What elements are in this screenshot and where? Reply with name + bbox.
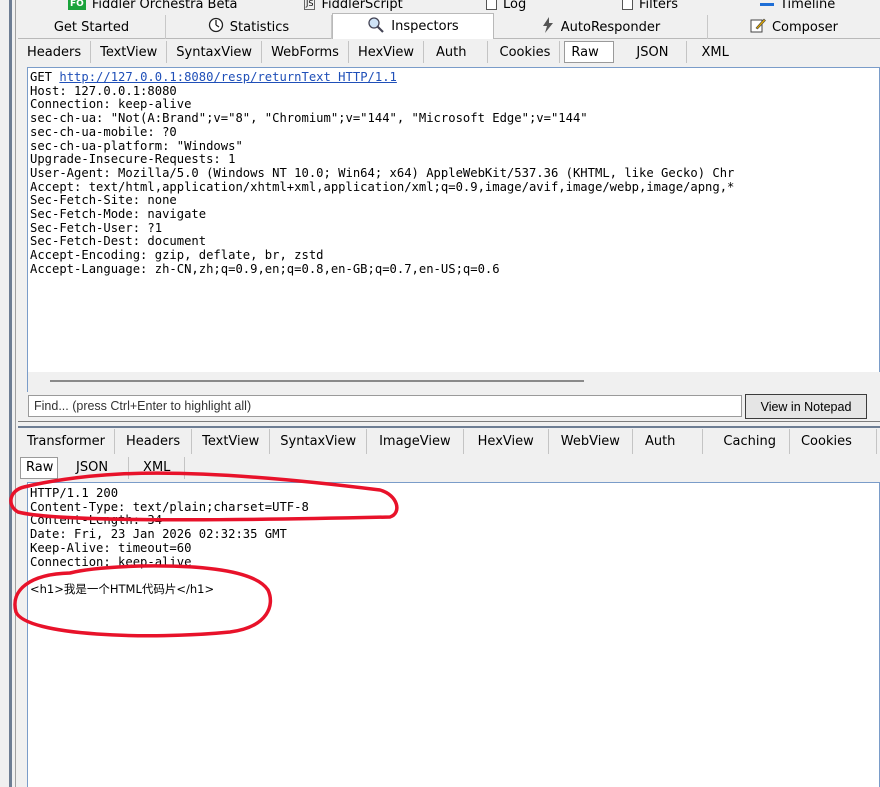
response-raw-pane[interactable]: HTTP/1.1 200 Content-Type: text/plain;ch…	[27, 482, 880, 787]
left-splitter[interactable]	[0, 0, 16, 787]
resp-tab-raw[interactable]: Raw	[20, 456, 58, 479]
resp-tab-cookies[interactable]: Cookies	[790, 429, 877, 454]
tab-inspectors[interactable]: Inspectors	[332, 13, 494, 40]
resp-tab-syntaxview[interactable]: SyntaxView	[270, 429, 368, 454]
composer-icon	[750, 17, 766, 37]
lightning-icon	[541, 17, 555, 37]
tab-label: Statistics	[229, 19, 290, 35]
response-content-length: Content-Length: 34	[30, 513, 163, 528]
statistics-icon	[208, 17, 224, 37]
tab-statistics[interactable]: Statistics	[166, 15, 332, 39]
log-icon	[486, 0, 497, 10]
req-tab-webforms[interactable]: WebForms	[262, 41, 349, 63]
top-tab-row-1: FO Fiddler Orchestra Beta JS FiddlerScri…	[18, 0, 880, 14]
req-tab-cookies[interactable]: Cookies	[488, 41, 561, 63]
response-content-type: Content-Type: text/plain;charset=UTF-8	[30, 499, 309, 514]
tab-filters[interactable]: Filters	[622, 0, 678, 13]
request-inspector-tabs: Headers TextView SyntaxView WebForms Hex…	[18, 39, 880, 65]
response-raw-text: HTTP/1.1 200 Content-Type: text/plain;ch…	[30, 486, 309, 597]
resp-tab-headers[interactable]: Headers	[115, 429, 193, 454]
resp-tab-xml[interactable]: XML	[129, 456, 186, 479]
request-horizontal-scrollbar[interactable]	[28, 372, 880, 392]
filters-icon	[622, 0, 633, 10]
resp-tab-webview[interactable]: WebView	[549, 429, 633, 454]
find-input[interactable]	[28, 395, 742, 417]
response-connection: Connection: keep-alive	[30, 554, 192, 569]
req-tab-textview[interactable]: TextView	[91, 41, 168, 63]
tab-timeline[interactable]: Timeline	[760, 0, 835, 13]
response-body: <h1>我是一个HTML代码片</h1>	[30, 581, 215, 596]
response-status-line: HTTP/1.1 200	[30, 486, 119, 500]
horizontal-splitter[interactable]	[18, 421, 880, 428]
tab-autoresponder[interactable]: AutoResponder	[494, 15, 708, 39]
tab-fiddlerscript[interactable]: JS FiddlerScript	[304, 0, 403, 13]
request-raw-text: GET http://127.0.0.1:8080/resp/returnTex…	[30, 70, 735, 277]
response-inspector-tabs: Transformer Headers TextView SyntaxView …	[18, 428, 880, 455]
tab-label: Composer	[771, 19, 838, 35]
tab-label: FiddlerScript	[321, 0, 403, 12]
resp-tab-caching[interactable]: Caching	[703, 429, 790, 454]
resp-tab-transformer[interactable]: Transformer	[18, 429, 116, 454]
request-raw-pane[interactable]: GET http://127.0.0.1:8080/resp/returnTex…	[27, 67, 880, 394]
find-bar: View in Notepad	[18, 392, 880, 421]
req-tab-hexview[interactable]: HexView	[349, 41, 425, 63]
response-date: Date: Fri, 23 Jan 2026 02:32:35 GMT	[30, 527, 287, 542]
view-in-notepad-button[interactable]: View in Notepad	[745, 394, 867, 419]
tab-label: Inspectors	[391, 19, 459, 34]
top-tab-row-2: Get Started Statistics Inspectors AutoRe…	[18, 13, 880, 40]
timeline-icon	[760, 2, 774, 6]
tab-label: Log	[503, 0, 527, 12]
req-tab-auth[interactable]: Auth	[424, 41, 488, 63]
tab-label: Filters	[639, 0, 678, 12]
req-tab-raw[interactable]: Raw	[564, 41, 615, 63]
req-tab-xml[interactable]: XML	[687, 41, 742, 63]
tab-label: Get Started	[53, 19, 130, 35]
resp-tab-textview[interactable]: TextView	[192, 429, 271, 454]
response-inspector-tabs-row2: Raw JSON XML	[18, 455, 218, 480]
tab-label: AutoResponder	[560, 19, 661, 35]
splitter-stripe	[9, 0, 12, 787]
tab-get-started[interactable]: Get Started	[18, 15, 166, 39]
fiddlerscript-icon: JS	[304, 0, 316, 10]
inspectors-icon	[367, 16, 385, 38]
tab-label: Timeline	[780, 0, 836, 12]
resp-tab-auth[interactable]: Auth	[633, 429, 704, 454]
request-headers: Host: 127.0.0.1:8080 Connection: keep-al…	[30, 83, 735, 276]
resp-tab-hexview[interactable]: HexView	[464, 429, 549, 454]
fiddler-orchestra-icon: FO	[68, 0, 86, 10]
resp-tab-imageview[interactable]: ImageView	[367, 429, 464, 454]
tab-composer[interactable]: Composer	[708, 15, 880, 39]
tab-fiddler-orchestra[interactable]: FO Fiddler Orchestra Beta	[68, 0, 238, 13]
tab-log[interactable]: Log	[486, 0, 526, 13]
req-tab-json[interactable]: JSON	[618, 41, 688, 63]
request-url-link[interactable]: http://127.0.0.1:8080/resp/returnText HT…	[59, 70, 397, 84]
scrollbar-thumb[interactable]	[50, 380, 584, 382]
resp-tab-json[interactable]: JSON	[62, 456, 130, 479]
req-tab-headers[interactable]: Headers	[18, 41, 92, 63]
response-keep-alive: Keep-Alive: timeout=60	[30, 540, 192, 555]
req-tab-syntaxview[interactable]: SyntaxView	[167, 41, 263, 63]
tab-label: Fiddler Orchestra Beta	[91, 0, 238, 12]
request-method: GET	[30, 70, 60, 84]
